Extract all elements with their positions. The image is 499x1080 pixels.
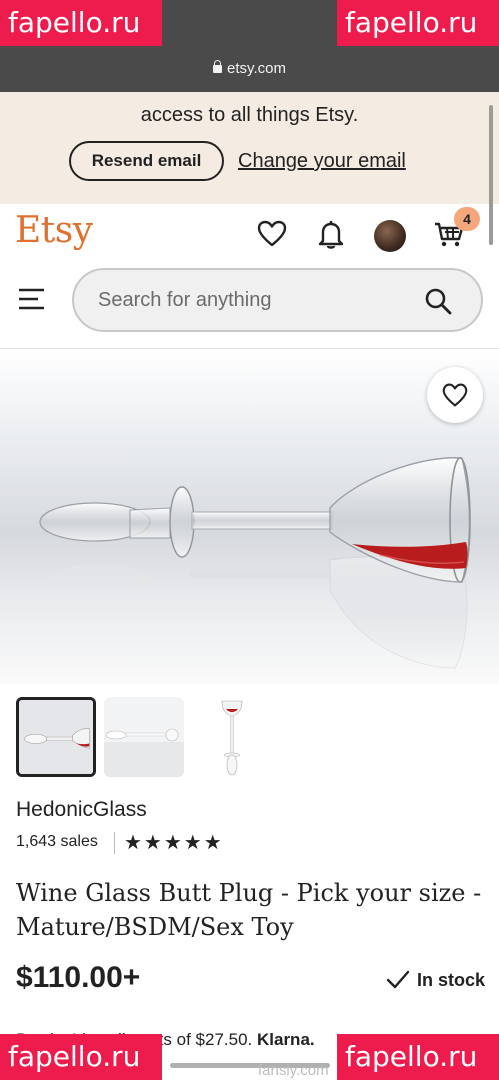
search-icon[interactable] xyxy=(424,287,452,315)
search-input[interactable] xyxy=(98,285,408,315)
sales-count: 1,643 sales xyxy=(16,833,98,850)
thumbnail-1[interactable] xyxy=(16,697,96,777)
favorite-button[interactable] xyxy=(427,367,483,423)
watermark-fansly: fansly.com xyxy=(258,1062,329,1079)
heart-icon xyxy=(442,383,468,407)
klarna-brand[interactable]: Klarna. xyxy=(257,1030,315,1049)
scrollbar xyxy=(489,105,493,245)
banner-message: access to all things Etsy. xyxy=(140,104,359,126)
change-email-link[interactable]: Change your email xyxy=(238,150,406,173)
header-divider xyxy=(0,348,499,349)
shop-name-link[interactable]: HedonicGlass xyxy=(16,798,147,822)
search-bar xyxy=(72,268,483,332)
email-verification-banner: access to all things Etsy. Resend email … xyxy=(0,92,499,204)
listing-title: Wine Glass Butt Plug - Pick your size - … xyxy=(16,879,482,941)
etsy-logo[interactable]: Etsy xyxy=(15,210,93,251)
bell-icon[interactable] xyxy=(315,218,347,250)
divider xyxy=(114,832,115,854)
thumbnail-3[interactable] xyxy=(192,697,272,777)
heart-icon[interactable] xyxy=(256,218,288,250)
resend-email-button[interactable]: Resend email xyxy=(69,141,224,181)
watermark: fapello.ru xyxy=(0,0,162,46)
watermark: fapello.ru xyxy=(337,0,499,46)
address-bar[interactable]: etsy.com xyxy=(0,60,499,77)
avatar[interactable] xyxy=(374,220,406,252)
stock-label: In stock xyxy=(417,970,486,990)
watermark: fapello.ru xyxy=(337,1034,499,1080)
checkmark-icon xyxy=(386,970,410,989)
listing-price: $110.00+ xyxy=(16,961,141,994)
url-text: etsy.com xyxy=(227,60,286,77)
product-image[interactable] xyxy=(0,350,499,684)
menu-icon[interactable] xyxy=(18,286,46,312)
watermark: fapello.ru xyxy=(0,1034,162,1080)
lock-icon xyxy=(213,60,223,73)
rating-stars[interactable]: ★★★★★ xyxy=(124,830,224,855)
thumbnail-2[interactable] xyxy=(104,697,184,777)
cart-count-badge: 4 xyxy=(454,207,480,231)
